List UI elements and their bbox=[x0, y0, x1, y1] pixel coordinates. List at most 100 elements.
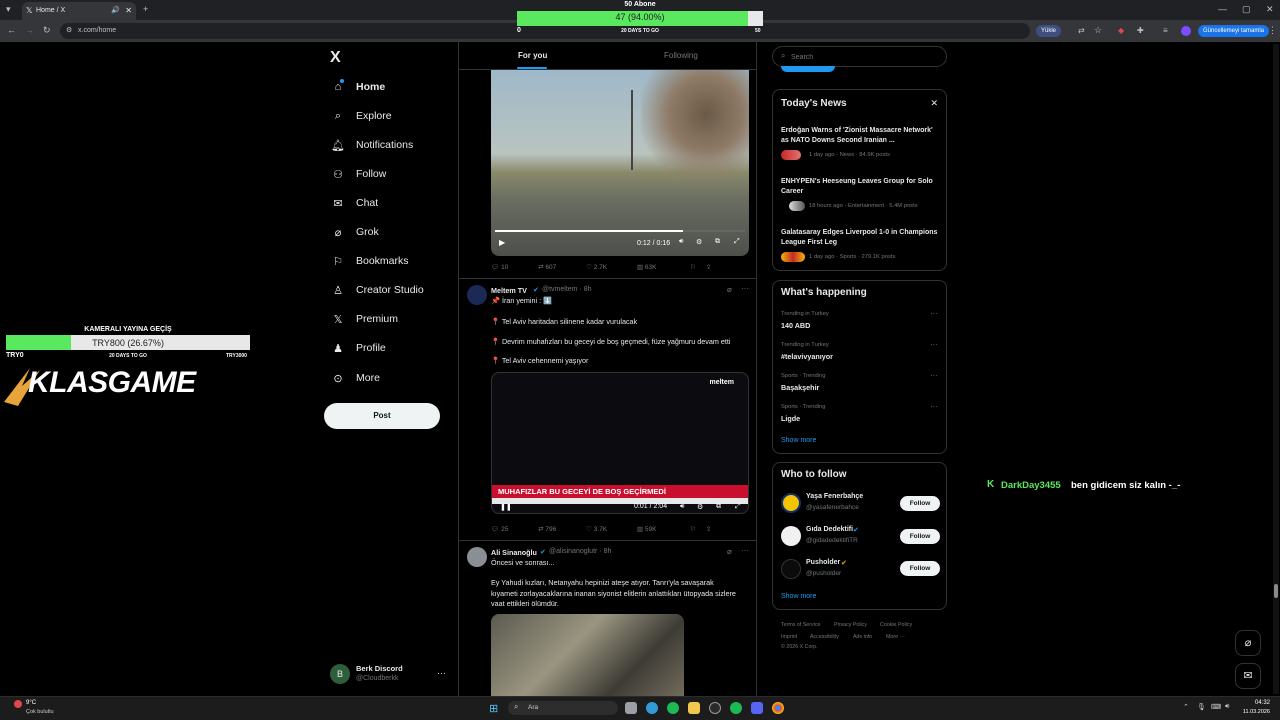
account-name[interactable]: Berk Discord bbox=[356, 664, 403, 673]
follow-show-more[interactable]: Show more bbox=[781, 593, 816, 600]
play-icon[interactable]: ▶ bbox=[499, 238, 505, 247]
tweet1-video[interactable]: ▶ 0:12 / 0:16 🔊︎ ⚙ ⧉ ⤢ bbox=[491, 70, 749, 256]
nav-grok[interactable]: ⌀ Grok bbox=[330, 222, 379, 242]
tweet3-avatar[interactable] bbox=[467, 547, 487, 567]
trend-menu-icon[interactable]: ··· bbox=[930, 371, 938, 380]
pip-icon[interactable]: ⧉ bbox=[716, 503, 721, 511]
nav-chat[interactable]: ✉ Chat bbox=[330, 193, 378, 213]
profile-avatar-icon[interactable] bbox=[1181, 26, 1191, 36]
browser-menu-icon[interactable]: ⋮ bbox=[1268, 25, 1277, 36]
footer-link[interactable]: Privacy Policy bbox=[834, 622, 867, 628]
account-avatar[interactable]: B bbox=[330, 664, 350, 684]
grok-explain-icon[interactable]: ⌀ bbox=[727, 547, 732, 556]
reading-list-icon[interactable]: ≡ bbox=[1163, 26, 1168, 35]
nav-notifications[interactable]: 🔔︎ Notifications bbox=[330, 135, 413, 155]
tray-overflow-icon[interactable]: ⌃ bbox=[1183, 703, 1189, 711]
footer-link[interactable]: Ads info bbox=[853, 634, 872, 640]
share-icon[interactable]: ⇪ bbox=[706, 526, 711, 533]
nav-explore[interactable]: ⌕ Explore bbox=[330, 106, 392, 126]
weather-alert-icon[interactable] bbox=[14, 700, 22, 708]
spotify-icon[interactable] bbox=[730, 702, 742, 714]
premium-button-edge[interactable] bbox=[781, 66, 835, 72]
minimize-icon[interactable]: — bbox=[1218, 4, 1227, 14]
bookmark-icon[interactable]: ⚐ bbox=[690, 526, 696, 533]
views-icon[interactable]: ▥ bbox=[637, 526, 643, 533]
tab-list-icon[interactable]: ▾ bbox=[6, 4, 11, 15]
microphone-icon[interactable]: 🎙︎ bbox=[1197, 703, 1206, 711]
settings-icon[interactable]: ⚙ bbox=[697, 503, 703, 511]
network-icon[interactable]: ⌨ bbox=[1211, 703, 1221, 711]
app-icon[interactable] bbox=[667, 702, 679, 714]
task-view-icon[interactable] bbox=[625, 702, 637, 714]
news-headline-3[interactable]: Galatasaray Edges Liverpool 1-0 in Champ… bbox=[781, 228, 941, 248]
share-icon[interactable]: ⇪ bbox=[706, 264, 711, 271]
translate-icon[interactable]: ⇄ bbox=[1078, 26, 1085, 35]
site-info-icon[interactable]: ⚙ bbox=[66, 23, 72, 39]
nav-more[interactable]: ⊙ More bbox=[330, 368, 380, 388]
search-input[interactable] bbox=[791, 50, 941, 64]
trend-name[interactable]: Başakşehir bbox=[781, 383, 819, 392]
trend-name[interactable]: #telavivyanıyor bbox=[781, 352, 833, 361]
taskbar-search[interactable]: ⌕ Ara bbox=[508, 701, 618, 715]
maximize-icon[interactable]: ▢ bbox=[1242, 4, 1251, 15]
follow-button[interactable]: Follow bbox=[900, 496, 940, 511]
trend-name[interactable]: Ligde bbox=[781, 414, 800, 423]
reload-icon[interactable]: ↻ bbox=[43, 25, 51, 36]
reply-icon[interactable]: 💬︎ bbox=[491, 264, 499, 271]
news-headline-1[interactable]: Erdoğan Warns of 'Zionist Massacre Netwo… bbox=[781, 126, 941, 146]
timeline[interactable]: For you Following ▶ 0:12 / 0:16 🔊︎ ⚙ ⧉ ⤢… bbox=[458, 42, 757, 697]
tweet2-author[interactable]: Meltem TV bbox=[491, 286, 527, 295]
forward-icon[interactable]: → bbox=[25, 25, 34, 35]
pip-icon[interactable]: ⧉ bbox=[715, 238, 720, 246]
fullscreen-icon[interactable]: ⤢ bbox=[735, 503, 741, 511]
back-icon[interactable]: ← bbox=[7, 25, 16, 35]
post-button[interactable]: Post bbox=[324, 403, 440, 429]
tweet1-video-scrubber[interactable] bbox=[495, 230, 745, 232]
tab-following[interactable]: Following bbox=[664, 51, 698, 60]
follow-avatar[interactable] bbox=[781, 493, 801, 513]
reply-icon[interactable]: 💬︎ bbox=[491, 526, 499, 533]
retweet-icon[interactable]: ⇄ bbox=[538, 526, 543, 533]
tweet3-author[interactable]: Ali Sinanoğlu bbox=[491, 548, 537, 557]
tweet2-video[interactable]: meltem MUHAFIZLAR BU GECEYİ DE BOŞ GEÇİR… bbox=[491, 372, 749, 514]
trend-menu-icon[interactable]: ··· bbox=[930, 402, 938, 411]
follow-button[interactable]: Follow bbox=[900, 529, 940, 544]
github-icon[interactable] bbox=[709, 702, 721, 714]
footer-link[interactable]: More ··· bbox=[886, 634, 905, 640]
chrome-icon[interactable] bbox=[772, 702, 784, 714]
nav-creator-studio[interactable]: ♙ Creator Studio bbox=[330, 280, 424, 300]
windows-start-icon[interactable]: ⊞ bbox=[489, 702, 498, 715]
fullscreen-icon[interactable]: ⤢ bbox=[734, 238, 740, 246]
follow-avatar[interactable] bbox=[781, 559, 801, 579]
volume-icon[interactable]: 🔊︎ bbox=[679, 238, 683, 246]
search-box[interactable]: ⌕ bbox=[772, 46, 947, 67]
nav-profile[interactable]: ♟ Profile bbox=[330, 338, 386, 358]
news-headline-2[interactable]: ENHYPEN's Heeseung Leaves Group for Solo… bbox=[781, 177, 941, 197]
trend-menu-icon[interactable]: ··· bbox=[930, 340, 938, 349]
nav-home[interactable]: ⌂ Home bbox=[330, 77, 386, 97]
grok-float-icon[interactable]: ⌀ bbox=[1235, 630, 1261, 656]
tab-close-icon[interactable]: ✕ bbox=[125, 2, 132, 20]
discord-icon[interactable] bbox=[751, 702, 763, 714]
tweet3-image[interactable] bbox=[491, 614, 684, 697]
footer-link[interactable]: Imprint bbox=[781, 634, 797, 640]
x-logo[interactable]: X bbox=[330, 49, 341, 67]
footer-link[interactable]: Cookie Policy bbox=[880, 622, 912, 628]
update-button[interactable]: Güncellemeyi tamamla bbox=[1198, 25, 1270, 37]
browser-tab[interactable]: 𝕏 Home / X 🔊 ✕ bbox=[22, 2, 136, 20]
follow-name[interactable]: Yaşa Fenerbahçe bbox=[806, 493, 863, 500]
account-menu-icon[interactable]: ··· bbox=[437, 668, 446, 678]
tweet2-avatar[interactable] bbox=[467, 285, 487, 305]
trend-name[interactable]: 140 ABD bbox=[781, 321, 810, 330]
file-explorer-icon[interactable] bbox=[688, 702, 700, 714]
upload-button[interactable]: Yükle bbox=[1036, 25, 1062, 37]
happening-show-more[interactable]: Show more bbox=[781, 437, 816, 444]
nav-premium[interactable]: 𝕏 Premium bbox=[330, 309, 398, 329]
weather-temp[interactable]: 9°C bbox=[26, 700, 36, 706]
bookmark-icon[interactable]: ⚐ bbox=[690, 264, 696, 271]
views-icon[interactable]: ▥ bbox=[637, 264, 643, 271]
tab-audio-icon[interactable]: 🔊 bbox=[111, 2, 120, 20]
tab-for-you[interactable]: For you bbox=[518, 51, 547, 60]
new-tab-icon[interactable]: + bbox=[143, 4, 148, 14]
like-icon[interactable]: ♡ bbox=[586, 526, 592, 533]
